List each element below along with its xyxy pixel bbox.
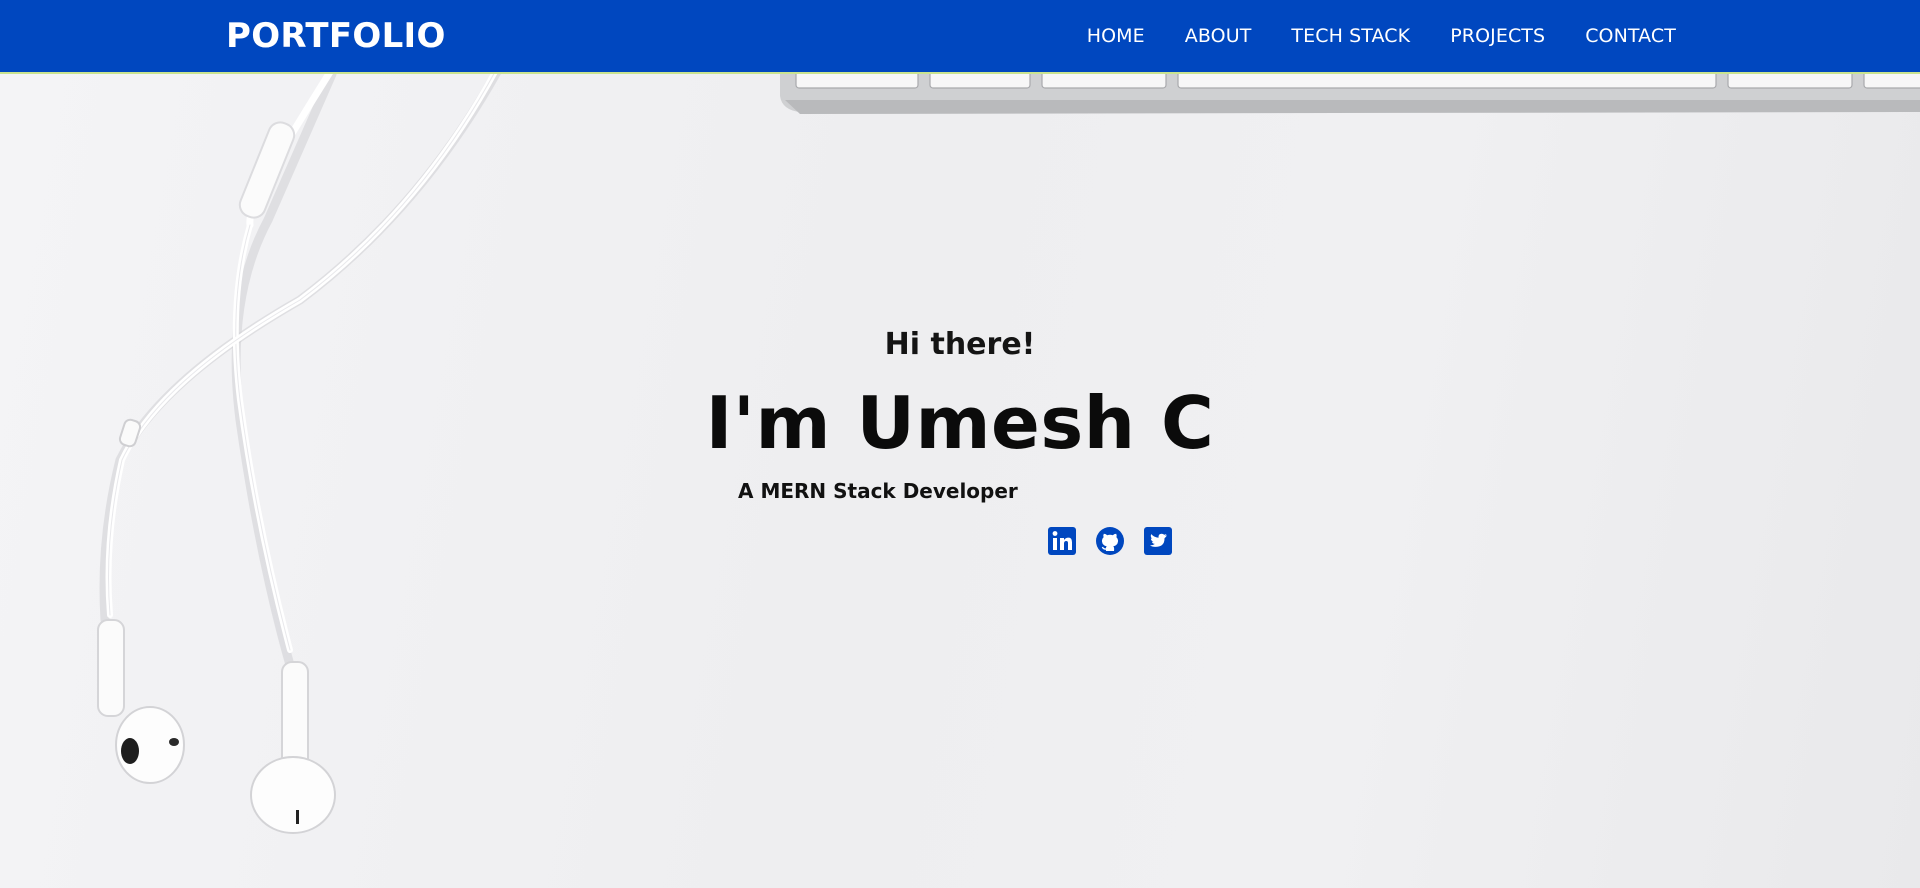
social-links [1047,526,1173,556]
brand-logo[interactable]: PORTFOLIO [226,14,446,58]
linkedin-icon[interactable] [1047,526,1077,556]
hero-name: I'm Umesh C [705,381,1215,465]
hero-greeting: Hi there! [884,327,1036,362]
nav-link-home[interactable]: HOME [1087,24,1145,48]
nav-link-projects[interactable]: PROJECTS [1450,24,1545,48]
hero-role: A MERN Stack Developer [738,479,1018,503]
github-icon[interactable] [1095,526,1125,556]
nav-link-contact[interactable]: CONTACT [1585,24,1676,48]
top-navbar: PORTFOLIO HOME ABOUT TECH STACK PROJECTS… [0,0,1920,74]
nav-link-about[interactable]: ABOUT [1185,24,1252,48]
hero-section: Hi there! I'm Umesh C A MERN Stack Devel… [0,0,1920,888]
nav-link-tech-stack[interactable]: TECH STACK [1291,24,1410,48]
nav-links: HOME ABOUT TECH STACK PROJECTS CONTACT [1087,0,1676,72]
twitter-icon[interactable] [1143,526,1173,556]
